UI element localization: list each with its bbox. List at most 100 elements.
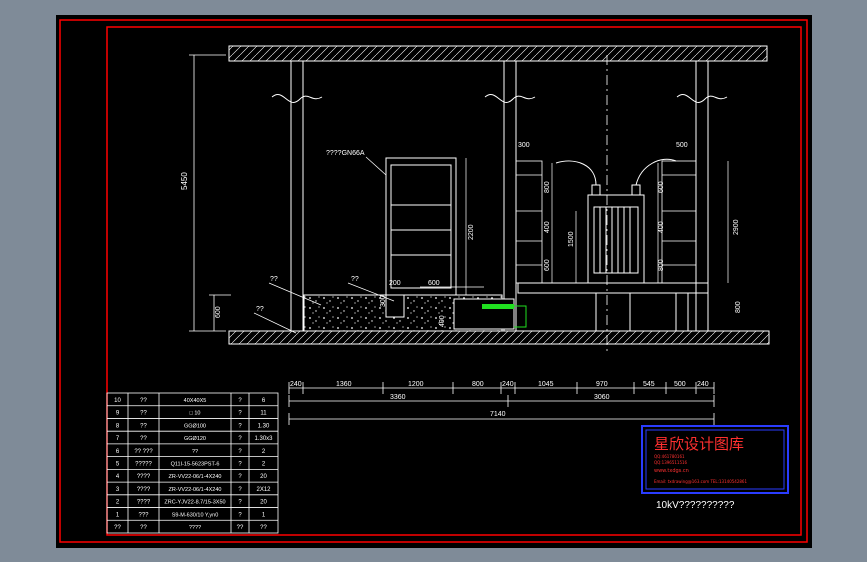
dim-1500: 1500 (568, 231, 575, 247)
drawing-title: 10kV?????????? (656, 500, 735, 511)
switchgear-cabinet (385, 157, 457, 296)
bom-cell: ????? (135, 462, 152, 468)
bom-cell: 20 (260, 500, 267, 506)
bom-cell: ?? (192, 449, 198, 455)
stamp-line1: QQ:461780161 (654, 454, 685, 459)
drawing-sheet[interactable]: 5450 600 ????GN66A 2200 ?? ?? ?? 600 200… (56, 15, 812, 548)
dim-row1-2: 1200 (408, 381, 424, 388)
dim-5450: 5450 (180, 172, 189, 190)
bom-cell: ???? (137, 474, 151, 480)
transformer-platform (517, 282, 709, 331)
dim-400-a: 400 (544, 221, 551, 233)
dimension-chain (288, 382, 715, 425)
dim-row1-6: 970 (596, 381, 608, 388)
bom-cell: ?? (140, 436, 147, 442)
inner-border (106, 26, 802, 536)
dim-800-b: 800 (735, 301, 742, 313)
dim-600-b: 600 (544, 259, 551, 271)
bom-cell: 2X12 (256, 487, 271, 493)
cable-highlight (482, 304, 514, 309)
bom-cell: ? (238, 512, 242, 518)
dim-600-trench: 600 (428, 280, 440, 287)
ceiling-slab (228, 45, 768, 62)
bom-cell: ?? (140, 411, 147, 417)
height-dimension (189, 54, 231, 332)
bom-cell: ?? (140, 525, 147, 531)
bom-cell: ???? (189, 525, 201, 531)
bom-cell: ?? (140, 423, 147, 429)
leader-q1 (268, 282, 322, 306)
dim-600-left: 600 (215, 306, 222, 318)
bom-cell: 8 (116, 423, 120, 429)
bom-cell: ?? (260, 525, 267, 531)
bom-cell: ZR-VV22-06/1-4X240 (169, 474, 222, 480)
cabinet-label: ????GN66A (326, 150, 365, 157)
bom-cell: Q11I-15-5623PST-6 (171, 462, 220, 468)
dim-800-c: 800 (658, 259, 665, 271)
bom-cell: 20 (260, 474, 267, 480)
stamp-title: 星欣设计图库 (654, 435, 744, 453)
bom-cell: ?? ??? (134, 449, 153, 455)
floor-slab (228, 330, 770, 345)
bom-cell: 9 (116, 411, 120, 417)
dim-100: 400 (439, 315, 446, 327)
bom-cell: 6 (116, 449, 120, 455)
dim-row1-4: 240 (502, 381, 514, 388)
bom-cell: 2 (116, 500, 120, 506)
dim-row1-8: 500 (674, 381, 686, 388)
label-q1: ?? (270, 276, 278, 283)
dim-2200: 2200 (468, 224, 475, 240)
insulator-right (661, 160, 697, 284)
bom-cell: □ 10 (190, 411, 201, 417)
bom-cell: 3 (116, 487, 120, 493)
bom-cell: ?? (114, 525, 121, 531)
stamp-line3: www.txdgs.cn (654, 468, 689, 474)
bom-cell: GGØ120 (184, 436, 206, 442)
bom-cell: ???? (137, 500, 151, 506)
leader-q3 (253, 312, 297, 334)
dim-2900: 2900 (733, 219, 740, 235)
bom-cell: ? (238, 423, 242, 429)
stamp-line2: QQ:1396511516 (654, 460, 688, 465)
dim-row1-0: 240 (290, 381, 302, 388)
cable-trench (385, 294, 405, 318)
bom-cell: 5 (116, 462, 120, 468)
bom-cell: 4 (116, 474, 120, 480)
bom-cell: ?? (140, 398, 147, 404)
dim-800-a: 800 (544, 181, 551, 193)
cable-trench-2 (453, 298, 515, 330)
bom-cell: 2 (262, 462, 266, 468)
dim-total: 7140 (490, 411, 506, 418)
bom-cell: ???? (137, 487, 151, 493)
bom-cell: 7 (116, 436, 120, 442)
label-q2: ?? (351, 276, 359, 283)
dim-row1-3: 800 (472, 381, 484, 388)
dim-row1-5: 1045 (538, 381, 554, 388)
bom-table-rows: 10?? 40X40X5? 69?? □ 10? 118?? GGØ100? 1.307??… (107, 398, 278, 531)
bom-cell: 11 (260, 411, 267, 417)
bom-cell: ? (238, 411, 242, 417)
bom-cell: ? (238, 487, 242, 493)
dim-400-b: 400 (658, 221, 665, 233)
bom-cell: 1.30 (258, 423, 270, 429)
dim-row2-1: 3060 (594, 394, 610, 401)
dim-300-left: 300 (380, 295, 387, 307)
bom-cell: S9-M-630/10 Y,yn0 (172, 512, 219, 518)
columns (271, 61, 728, 331)
dim-200: 200 (389, 280, 401, 287)
bom-cell: ? (238, 436, 242, 442)
dim-300-top: 300 (518, 142, 530, 149)
stamp-line4: Email: txdrawing@163.com TEL:13140542861 (654, 479, 747, 484)
bom-cell: ? (238, 474, 242, 480)
bom-cell: ZRC-YJV22-8.7/15-3X50 (164, 500, 225, 506)
dim-600-c: 600 (658, 181, 665, 193)
dim-row1-7: 545 (643, 381, 655, 388)
cad-viewport[interactable]: 5450 600 ????GN66A 2200 ?? ?? ?? 600 200… (0, 0, 867, 562)
bom-cell: 1 (116, 512, 120, 518)
dim-500-top: 500 (676, 142, 688, 149)
bom-cell: 40X40X5 (184, 398, 207, 404)
design-stamp: 星欣设计图库 QQ:461780161 QQ:1396511516 www.tx… (641, 425, 789, 494)
cabinet-leader (365, 156, 387, 176)
drawing-canvas[interactable]: 5450 600 ????GN66A 2200 ?? ?? ?? 600 200… (56, 15, 812, 548)
bom-cell: ZR-VV22-06/1-4X240 (169, 487, 222, 493)
